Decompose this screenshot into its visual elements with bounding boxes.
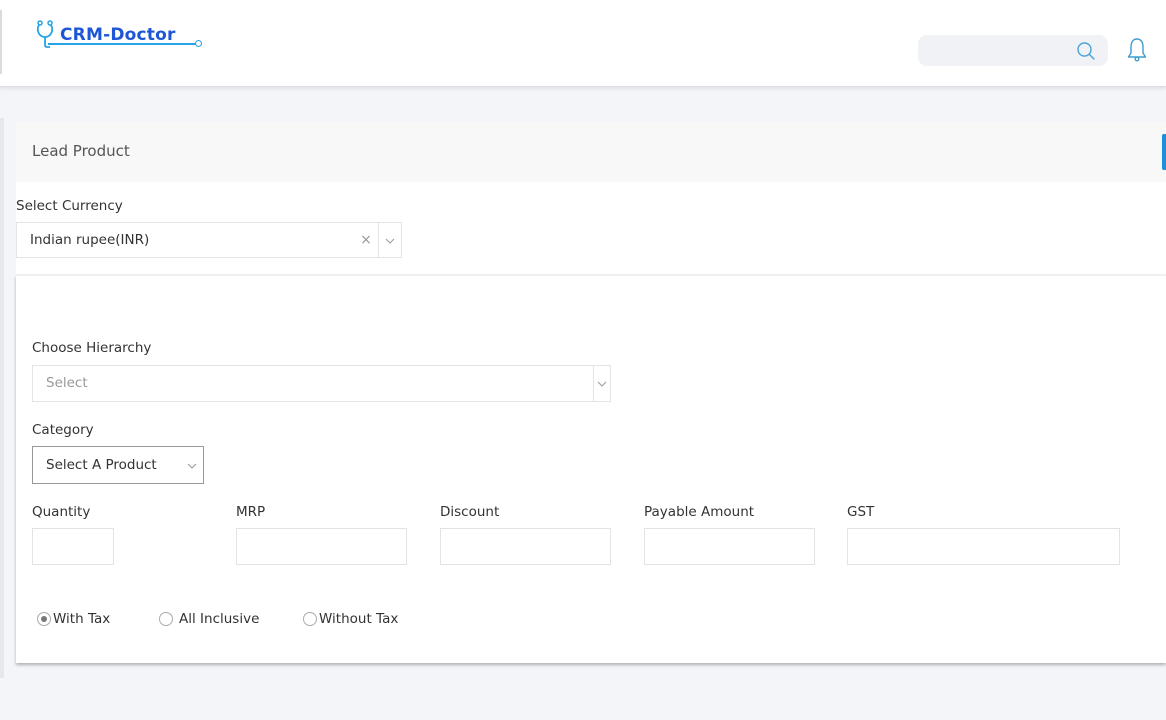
category-label: Category — [32, 422, 94, 438]
logo-dot — [195, 40, 202, 47]
discount-label: Discount — [440, 504, 500, 520]
side-action-button[interactable] — [1162, 134, 1166, 170]
logo-text: CRM-Doctor — [60, 25, 176, 45]
payable-amount-input[interactable] — [644, 528, 815, 565]
payable-amount-label: Payable Amount — [644, 504, 755, 520]
radio-all-inclusive[interactable]: All Inclusive — [159, 611, 259, 627]
chevron-down-icon[interactable] — [597, 379, 607, 389]
radio-label: With Tax — [53, 611, 111, 627]
radio-without-tax[interactable]: Without Tax — [303, 611, 398, 627]
quantity-label: Quantity — [32, 504, 91, 520]
hierarchy-placeholder: Select — [46, 375, 88, 391]
logo-underline — [48, 43, 196, 45]
search-input[interactable] — [918, 35, 1068, 66]
product-form-card: Choose Hierarchy Select Category Select … — [16, 275, 1166, 663]
category-select[interactable]: Select A Product — [32, 446, 204, 484]
radio-label: Without Tax — [319, 611, 399, 627]
mrp-input[interactable] — [236, 528, 407, 565]
search-icon[interactable] — [1076, 41, 1096, 61]
radio-circle[interactable] — [303, 612, 317, 626]
app-logo[interactable]: CRM-Doctor — [36, 20, 176, 60]
stethoscope-icon — [36, 20, 54, 48]
hierarchy-select[interactable]: Select — [32, 365, 611, 402]
category-value: Select A Product — [46, 457, 157, 473]
currency-value: Indian rupee(INR) — [30, 232, 150, 248]
left-edge-divider — [0, 10, 2, 74]
search-box[interactable] — [918, 35, 1108, 66]
chevron-down-icon[interactable] — [187, 461, 197, 471]
discount-input[interactable] — [440, 528, 611, 565]
bell-icon[interactable] — [1126, 37, 1148, 63]
radio-label: All Inclusive — [179, 611, 260, 627]
currency-label: Select Currency — [16, 198, 123, 214]
select-divider — [593, 366, 594, 401]
gst-label: GST — [847, 504, 875, 520]
close-icon[interactable]: × — [359, 231, 373, 249]
radio-circle-checked[interactable] — [37, 612, 51, 626]
gst-input[interactable] — [847, 528, 1120, 565]
page-title: Lead Product — [32, 142, 130, 160]
panel-header: Lead Product — [16, 122, 1166, 182]
mrp-label: MRP — [236, 504, 266, 520]
select-divider — [378, 223, 379, 257]
chevron-down-icon[interactable] — [385, 236, 395, 246]
left-rail — [0, 118, 4, 678]
quantity-input[interactable] — [32, 528, 114, 565]
radio-with-tax[interactable]: With Tax — [37, 611, 110, 627]
top-bar: CRM-Doctor — [0, 0, 1166, 87]
radio-circle[interactable] — [159, 612, 173, 626]
hierarchy-label: Choose Hierarchy — [32, 340, 152, 356]
currency-select[interactable]: Indian rupee(INR) × — [16, 222, 402, 258]
